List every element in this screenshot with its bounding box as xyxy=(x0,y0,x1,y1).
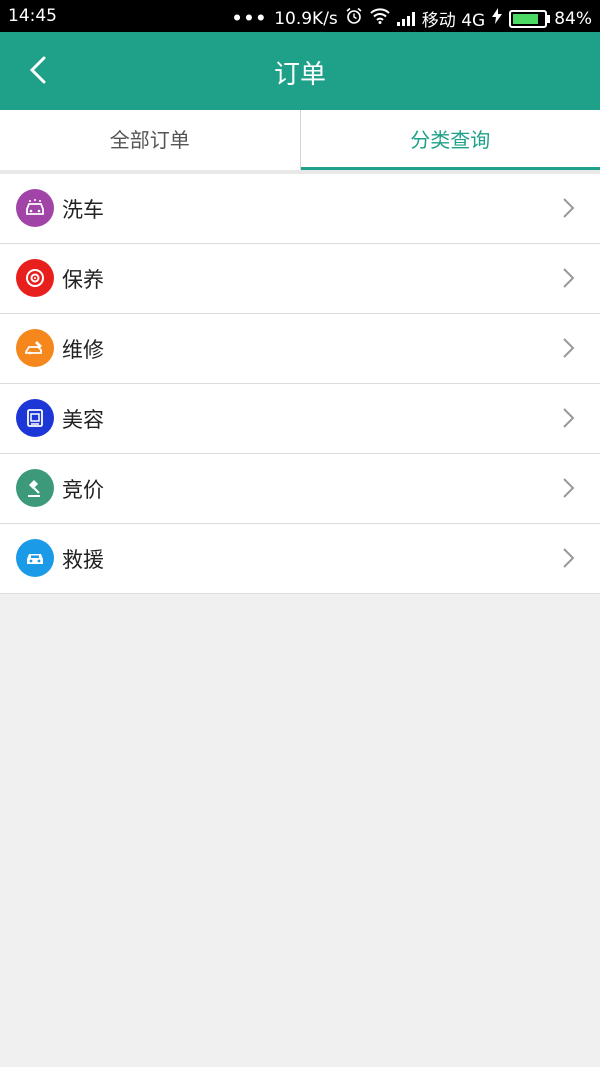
chevron-right-icon xyxy=(563,338,575,358)
status-bar: 14:45 ••• 10.9K/s 移动 4G 84% xyxy=(0,0,600,32)
repair-icon xyxy=(16,329,54,367)
carrier-label: 移动 4G xyxy=(421,11,486,31)
status-time: 14:45 xyxy=(8,6,57,26)
car-wash-icon xyxy=(16,189,54,227)
list-item-label: 保养 xyxy=(62,268,104,292)
battery-icon xyxy=(509,9,551,28)
list-item-rescue[interactable]: 救援 xyxy=(0,524,600,594)
category-list: 洗车 保养 维修 美容 竞价 救援 xyxy=(0,174,600,594)
signal-icon xyxy=(396,11,415,26)
battery-percent: 84% xyxy=(554,8,592,29)
list-item-maintenance[interactable]: 保养 xyxy=(0,244,600,314)
wifi-icon xyxy=(370,8,390,29)
tab-category-query[interactable]: 分类查询 xyxy=(300,110,600,170)
chevron-right-icon xyxy=(563,198,575,218)
chevron-right-icon xyxy=(563,268,575,288)
chevron-right-icon xyxy=(563,548,575,568)
list-item-bidding[interactable]: 竞价 xyxy=(0,454,600,524)
list-item-label: 美容 xyxy=(62,408,104,432)
list-item-label: 维修 xyxy=(62,338,104,362)
app-bar: 订单 xyxy=(0,32,600,110)
page-title: 订单 xyxy=(273,60,326,90)
list-item-label: 救援 xyxy=(62,548,104,572)
network-speed: 10.9K/s xyxy=(274,8,338,29)
list-item-beauty[interactable]: 美容 xyxy=(0,384,600,454)
alarm-icon xyxy=(345,7,363,30)
chevron-right-icon xyxy=(563,478,575,498)
beauty-icon xyxy=(16,399,54,437)
list-item-car-wash[interactable]: 洗车 xyxy=(0,174,600,244)
charging-icon xyxy=(492,8,503,29)
list-item-label: 竞价 xyxy=(62,478,104,502)
rescue-car-icon xyxy=(16,539,54,577)
more-dots-icon: ••• xyxy=(231,8,268,29)
list-item-label: 洗车 xyxy=(62,198,104,222)
status-right: ••• 10.9K/s 移动 4G 84% xyxy=(232,6,592,31)
tab-all-orders[interactable]: 全部订单 xyxy=(0,110,301,170)
auction-gavel-icon xyxy=(16,469,54,507)
brake-disc-icon xyxy=(16,259,54,297)
chevron-right-icon xyxy=(563,408,575,428)
list-item-repair[interactable]: 维修 xyxy=(0,314,600,384)
tab-bar: 全部订单 分类查询 xyxy=(0,110,600,170)
